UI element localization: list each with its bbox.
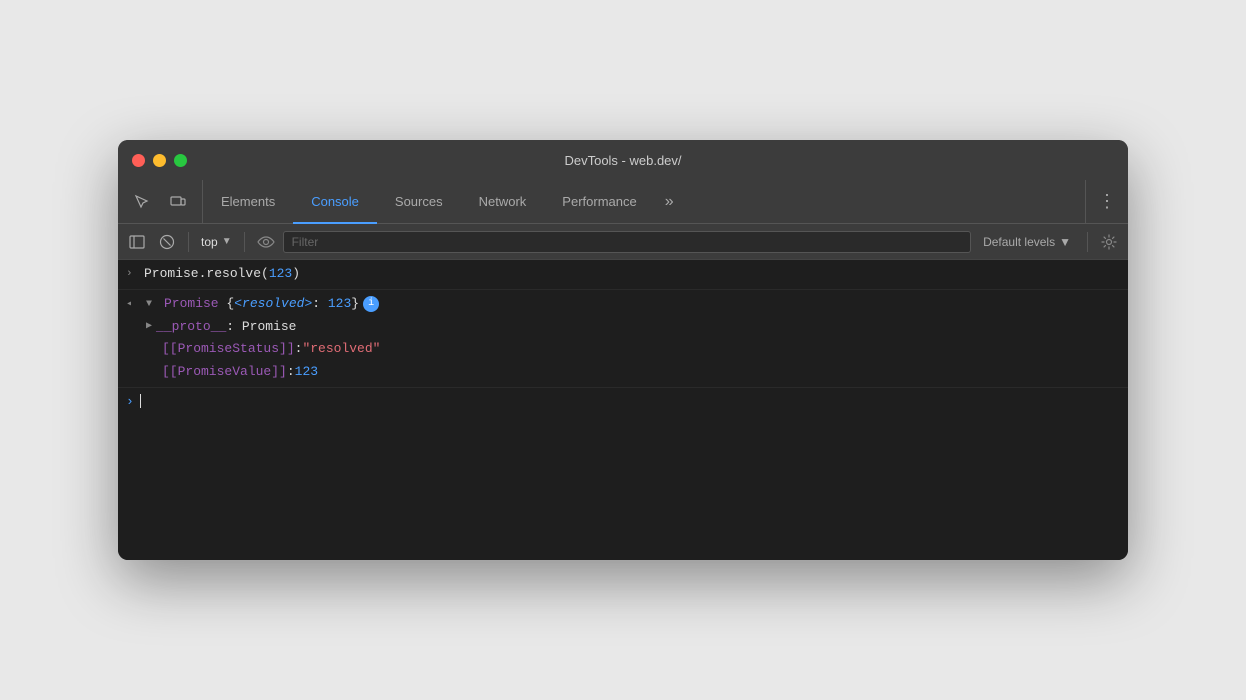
proto-expand-icon[interactable]: ▶ xyxy=(146,319,152,335)
promise-status-value: "resolved" xyxy=(302,339,380,360)
toolbar-separator xyxy=(188,232,189,252)
tabsbar: Elements Console Sources Network Perform… xyxy=(118,180,1128,224)
tabs-overflow-button[interactable]: » xyxy=(655,180,684,223)
proto-colon: : Promise xyxy=(226,317,296,338)
toolbar-separator-3 xyxy=(1087,232,1088,252)
promise-label: Promise {<resolved>: 123} xyxy=(164,294,359,315)
tabs-list: Elements Console Sources Network Perform… xyxy=(203,180,1085,223)
tab-performance[interactable]: Performance xyxy=(544,180,654,224)
window-title: DevTools - web.dev/ xyxy=(564,153,681,168)
promise-status-line: [[PromiseStatus]] : "resolved" xyxy=(162,339,380,360)
cursor xyxy=(140,394,141,408)
clear-console-icon[interactable] xyxy=(154,229,180,255)
console-toolbar: top ▼ Default levels ▼ xyxy=(118,224,1128,260)
filter-input[interactable] xyxy=(283,231,971,253)
promise-status-colon: : xyxy=(295,339,303,360)
console-output-promise: ◂ ▼ Promise {<resolved>: 123} i ▶ __prot… xyxy=(118,290,1128,388)
tab-console[interactable]: Console xyxy=(293,180,377,224)
console-output: › Promise.resolve(123) ◂ ▼ Promise {<res… xyxy=(118,260,1128,560)
default-levels-button[interactable]: Default levels ▼ xyxy=(975,235,1079,249)
sidebar-toggle-icon[interactable] xyxy=(124,229,150,255)
context-selector[interactable]: top ▼ xyxy=(197,235,236,249)
context-arrow-icon: ▼ xyxy=(222,236,232,247)
console-input-line-1: › Promise.resolve(123) xyxy=(118,260,1128,290)
proto-label: __proto__ xyxy=(156,317,226,338)
promise-status-label: [[PromiseStatus]] xyxy=(162,339,295,360)
console-settings-icon[interactable] xyxy=(1096,229,1122,255)
promise-value-colon: : xyxy=(287,362,295,383)
more-dots-icon: ⋮ xyxy=(1098,191,1116,212)
minimize-button[interactable] xyxy=(153,154,166,167)
promise-value-value: 123 xyxy=(295,362,318,383)
info-badge[interactable]: i xyxy=(363,296,379,312)
tab-elements[interactable]: Elements xyxy=(203,180,293,224)
expand-icon[interactable]: › xyxy=(126,264,144,284)
toolbar-separator-2 xyxy=(244,232,245,252)
tab-sources[interactable]: Sources xyxy=(377,180,461,224)
device-toolbar-icon[interactable] xyxy=(164,188,192,216)
promise-value-line: [[PromiseValue]] : 123 xyxy=(162,362,318,383)
back-arrow-icon: ◂ xyxy=(126,295,144,313)
collapse-icon[interactable]: ▼ xyxy=(146,295,164,313)
traffic-lights xyxy=(132,154,187,167)
close-button[interactable] xyxy=(132,154,145,167)
input-caret-icon: › xyxy=(126,394,134,409)
console-code: Promise.resolve(123) xyxy=(144,264,300,285)
promise-value-label: [[PromiseValue]] xyxy=(162,362,287,383)
devtools-icons xyxy=(118,180,203,223)
tab-network[interactable]: Network xyxy=(461,180,545,224)
more-options-button[interactable]: ⋮ xyxy=(1085,180,1128,223)
proto-line: ▶ __proto__ : Promise xyxy=(146,317,296,338)
maximize-button[interactable] xyxy=(174,154,187,167)
live-expressions-icon[interactable] xyxy=(253,229,279,255)
titlebar: DevTools - web.dev/ xyxy=(118,140,1128,180)
inspect-element-icon[interactable] xyxy=(128,188,156,216)
devtools-window: DevTools - web.dev/ Elements Console xyxy=(118,140,1128,560)
context-value: top xyxy=(201,235,218,249)
console-input-prompt[interactable]: › xyxy=(118,388,1128,415)
